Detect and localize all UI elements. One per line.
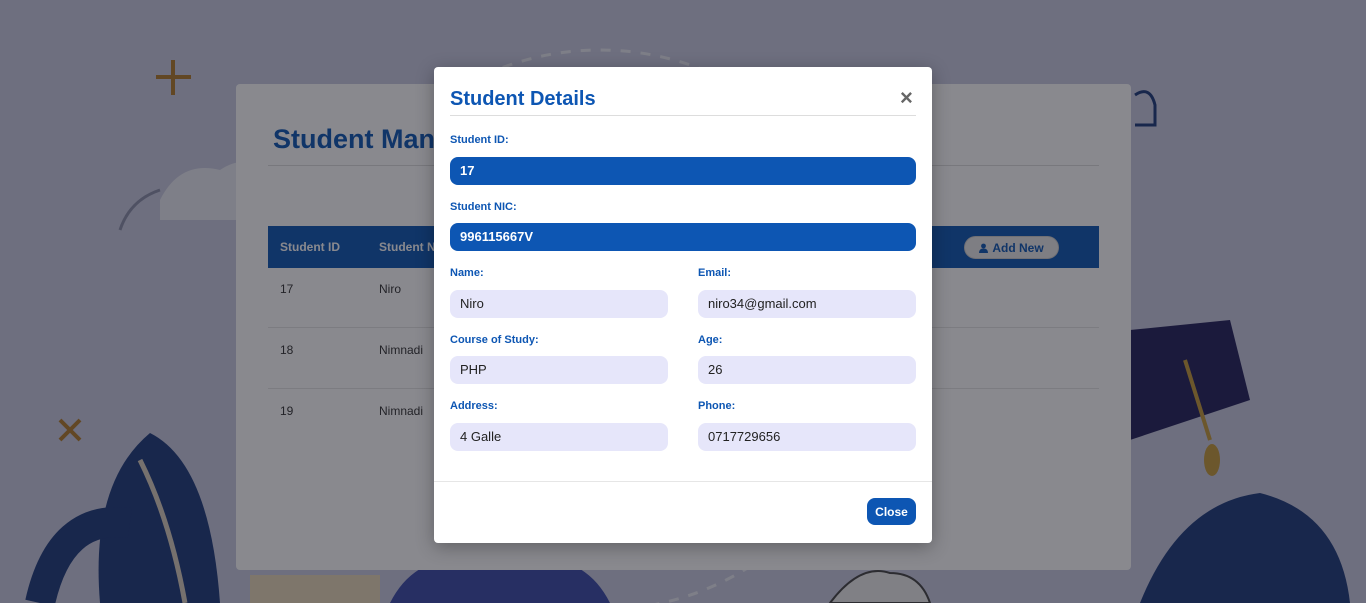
student-nic-label: Student NIC: <box>450 201 517 213</box>
age-field[interactable]: 26 <box>698 356 916 384</box>
student-details-modal: Student Details × Student ID: 17 Student… <box>434 67 932 543</box>
modal-header-divider <box>450 115 916 116</box>
name-field[interactable]: Niro <box>450 290 668 318</box>
course-field[interactable]: PHP <box>450 356 668 384</box>
modal-footer-divider <box>434 481 932 482</box>
address-field[interactable]: 4 Galle <box>450 423 668 451</box>
student-id-field[interactable]: 17 <box>450 157 916 185</box>
modal-title: Student Details <box>450 88 596 110</box>
close-button[interactable]: Close <box>867 498 916 525</box>
student-nic-field[interactable]: 996115667V <box>450 223 916 251</box>
course-label: Course of Study: <box>450 334 539 346</box>
close-icon[interactable]: × <box>900 87 913 109</box>
student-id-label: Student ID: <box>450 134 509 146</box>
phone-label: Phone: <box>698 400 736 412</box>
age-label: Age: <box>698 334 723 346</box>
address-label: Address: <box>450 400 498 412</box>
phone-field[interactable]: 0717729656 <box>698 423 916 451</box>
email-label: Email: <box>698 267 732 279</box>
name-label: Name: <box>450 267 484 279</box>
email-field[interactable]: niro34@gmail.com <box>698 290 916 318</box>
